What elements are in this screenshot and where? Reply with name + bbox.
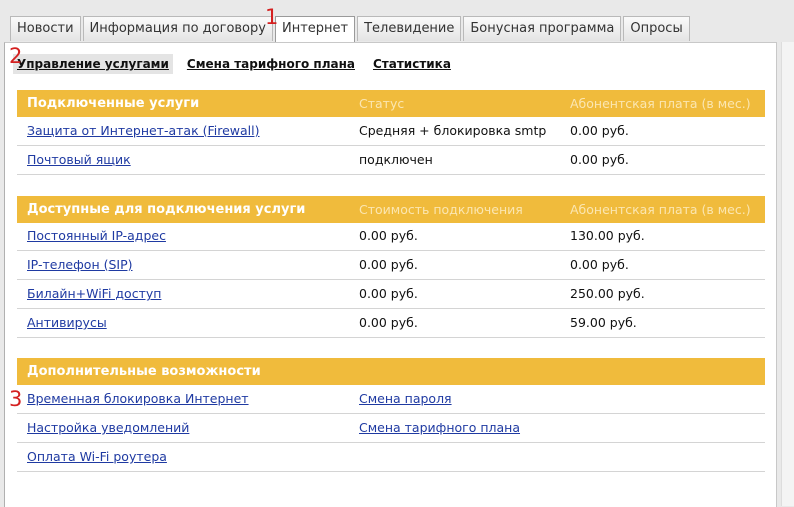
sub-navigation: Управление услугами Смена тарифного план… [13,52,465,76]
annotation-marker-2: 2 [9,44,23,68]
service-fee: 130.00 руб. [570,228,645,243]
vertical-scrollbar[interactable] [781,42,794,506]
extra-features-title: Дополнительные возможности [27,364,261,379]
service-status: подключен [359,152,433,167]
tab-bonus-program[interactable]: Бонусная программа [463,16,622,41]
connected-services-title: Подключенные услуги [27,96,200,111]
service-link[interactable]: Билайн+WiFi доступ [27,280,161,308]
column-status: Статус [359,96,405,111]
subnav-change-tariff[interactable]: Смена тарифного плана [183,54,359,74]
notification-settings-link[interactable]: Настройка уведомлений [27,414,189,442]
service-cost: 0.00 руб. [359,257,418,272]
table-row: Временная блокировка Интернет Смена паро… [17,385,765,414]
service-cost: 0.00 руб. [359,228,418,243]
change-tariff-link[interactable]: Смена тарифного плана [359,414,520,442]
tab-news[interactable]: Новости [10,16,81,41]
connected-services-header: Подключенные услуги Статус Абонентская п… [17,90,765,117]
annotation-marker-3: 3 [9,387,23,411]
table-row: Настройка уведомлений Смена тарифного пл… [17,414,765,443]
temporary-block-link[interactable]: Временная блокировка Интернет [27,385,249,413]
tab-contract-info[interactable]: Информация по договору [82,16,273,41]
service-fee: 0.00 руб. [570,152,629,167]
column-monthly-fee: Абонентская плата (в мес.) [570,96,751,111]
table-row: Защита от Интернет-атак (Firewall) Средн… [17,117,765,146]
tab-internet[interactable]: Интернет [274,16,356,43]
extra-features-header: Дополнительные возможности [17,358,765,385]
service-fee: 250.00 руб. [570,286,645,301]
subnav-manage-services[interactable]: Управление услугами [13,54,173,74]
service-link[interactable]: Постоянный IP-адрес [27,222,166,250]
service-link[interactable]: IP-телефон (SIP) [27,251,133,279]
wifi-router-payment-link[interactable]: Оплата Wi-Fi роутера [27,443,167,471]
service-link[interactable]: Антивирусы [27,309,107,337]
service-fee: 59.00 руб. [570,315,637,330]
table-row: Билайн+WiFi доступ 0.00 руб. 250.00 руб. [17,280,765,309]
table-row: Постоянный IP-адрес 0.00 руб. 130.00 руб… [17,222,765,251]
column-monthly-fee: Абонентская плата (в мес.) [570,202,751,217]
table-row: Оплата Wi-Fi роутера [17,443,765,472]
available-services-header: Доступные для подключения услуги Стоимос… [17,196,765,223]
annotation-marker-1: 1 [265,5,279,29]
column-connection-cost: Стоимость подключения [359,202,523,217]
service-status: Средняя + блокировка smtp [359,123,547,138]
available-services-title: Доступные для подключения услуги [27,202,306,217]
table-row: IP-телефон (SIP) 0.00 руб. 0.00 руб. [17,251,765,280]
table-row: Антивирусы 0.00 руб. 59.00 руб. [17,309,765,338]
tab-television[interactable]: Телевидение [357,16,462,41]
service-link[interactable]: Защита от Интернет-атак (Firewall) [27,117,260,145]
service-cost: 0.00 руб. [359,286,418,301]
service-link[interactable]: Почтовый ящик [27,146,131,174]
tab-bar: Новости Информация по договору Интернет … [10,16,692,43]
table-row: Почтовый ящик подключен 0.00 руб. [17,146,765,175]
service-cost: 0.00 руб. [359,315,418,330]
subnav-statistics[interactable]: Статистика [369,54,455,74]
service-fee: 0.00 руб. [570,257,629,272]
service-fee: 0.00 руб. [570,123,629,138]
tab-surveys[interactable]: Опросы [623,16,690,41]
change-password-link[interactable]: Смена пароля [359,385,452,413]
